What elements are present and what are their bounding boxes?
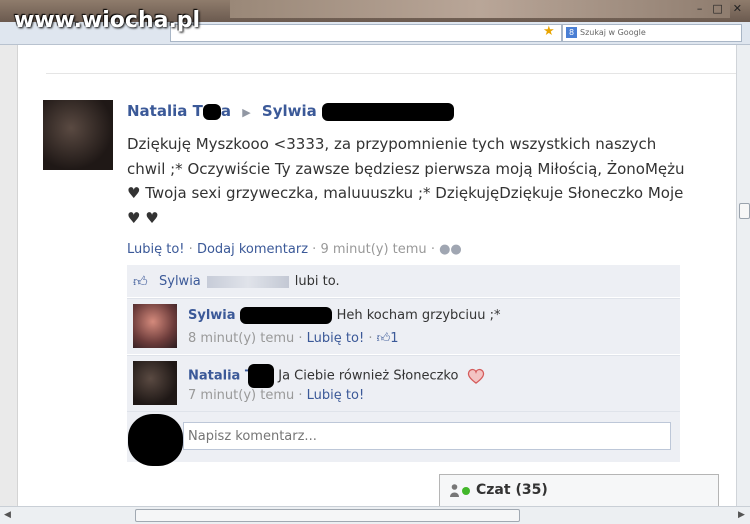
search-input[interactable]: 8 Szukaj w Google: [562, 24, 742, 42]
watermark: www.wiocha.pl: [14, 8, 201, 33]
online-status-icon: [462, 487, 470, 495]
redaction: [202, 103, 221, 120]
person-icon: [450, 484, 459, 497]
redaction: [321, 102, 454, 121]
maximize-icon[interactable]: □: [712, 2, 722, 15]
close-icon[interactable]: ✕: [733, 2, 742, 15]
commenter-avatar[interactable]: [133, 361, 177, 405]
thumbs-up-icon: 👍︎: [133, 274, 148, 290]
post-timestamp[interactable]: 9 minut(y) temu: [320, 242, 426, 257]
thumbs-up-icon[interactable]: 👍︎: [377, 331, 391, 346]
liker-name[interactable]: Sylwia: [159, 274, 201, 289]
horizontal-scroll-thumb[interactable]: [135, 509, 520, 522]
tab-strip: [230, 0, 730, 18]
comment-timestamp[interactable]: 7 minut(y) temu: [188, 388, 294, 403]
comment: Sylwia Heh kocham grzybciuu ;* 8 minut(y…: [127, 298, 680, 354]
commenter-name[interactable]: Sylwia: [188, 308, 236, 323]
comment-meta: 8 minut(y) temu · Lubię to! · 👍︎1: [188, 331, 399, 346]
comment: Natalia T Ja Ciebie również Słoneczko 7 …: [127, 355, 680, 411]
window-controls[interactable]: – □ ✕: [697, 2, 742, 15]
minimize-icon[interactable]: –: [697, 2, 703, 15]
redaction: [247, 364, 274, 388]
redacted-avatar: [128, 414, 183, 466]
horizontal-scrollbar[interactable]: ◀ ▶: [0, 506, 750, 524]
post-actions: Lubię to! · Dodaj komentarz · 9 minut(y)…: [127, 242, 462, 257]
vertical-scroll-thumb[interactable]: [739, 203, 750, 219]
comment-line: Natalia T Ja Ciebie również Słoneczko: [188, 364, 485, 388]
vertical-scrollbar[interactable]: [736, 45, 750, 507]
comment-like-link[interactable]: Lubię to!: [307, 388, 365, 403]
comment-line: Sylwia Heh kocham grzybciuu ;*: [188, 307, 501, 324]
heart-icon: [467, 368, 485, 384]
url-field[interactable]: [170, 24, 562, 42]
blurred-name: [206, 275, 289, 288]
search-placeholder: Szukaj w Google: [580, 28, 646, 37]
add-comment-link[interactable]: Dodaj komentarz: [197, 242, 308, 257]
search-engine-icon[interactable]: 8: [566, 27, 577, 38]
chat-label[interactable]: Czat (35): [476, 482, 548, 498]
comment-meta: 7 minut(y) temu · Lubię to!: [188, 388, 365, 403]
likes-row: 👍︎ Sylwia lubi to.: [127, 265, 680, 297]
likes-text: Sylwia lubi to.: [159, 274, 340, 289]
comment-input[interactable]: [183, 422, 671, 450]
star-icon[interactable]: ★: [543, 24, 555, 39]
arrow-right-icon: ▶: [242, 106, 251, 119]
post-body: Dziękuję Myszkooo <3333, za przypomnieni…: [127, 135, 685, 227]
like-link[interactable]: Lubię to!: [127, 242, 185, 257]
scroll-left-icon[interactable]: ◀: [4, 510, 11, 520]
commenter-avatar[interactable]: [133, 304, 177, 348]
comment-like-link[interactable]: Lubię to!: [307, 331, 365, 346]
divider: [46, 73, 736, 74]
author-avatar[interactable]: [43, 100, 113, 170]
redaction: [240, 307, 333, 324]
comment-timestamp[interactable]: 8 minut(y) temu: [188, 331, 294, 346]
commenter-name[interactable]: Natalia T: [188, 369, 254, 384]
friends-privacy-icon[interactable]: ●●: [439, 242, 462, 257]
comment-text: Ja Ciebie również Słoneczko: [278, 368, 459, 384]
scroll-right-icon[interactable]: ▶: [738, 510, 745, 520]
comment-like-count[interactable]: 1: [390, 331, 398, 346]
chat-bar[interactable]: Czat (35): [439, 474, 719, 507]
target-name[interactable]: Sylwia: [262, 102, 454, 121]
post-header: Natalia Ta ▶ Sylwia: [127, 102, 454, 121]
write-comment-row: [127, 411, 680, 462]
comment-text: Heh kocham grzybciuu ;*: [336, 308, 501, 323]
author-name[interactable]: Natalia Ta: [127, 102, 231, 120]
